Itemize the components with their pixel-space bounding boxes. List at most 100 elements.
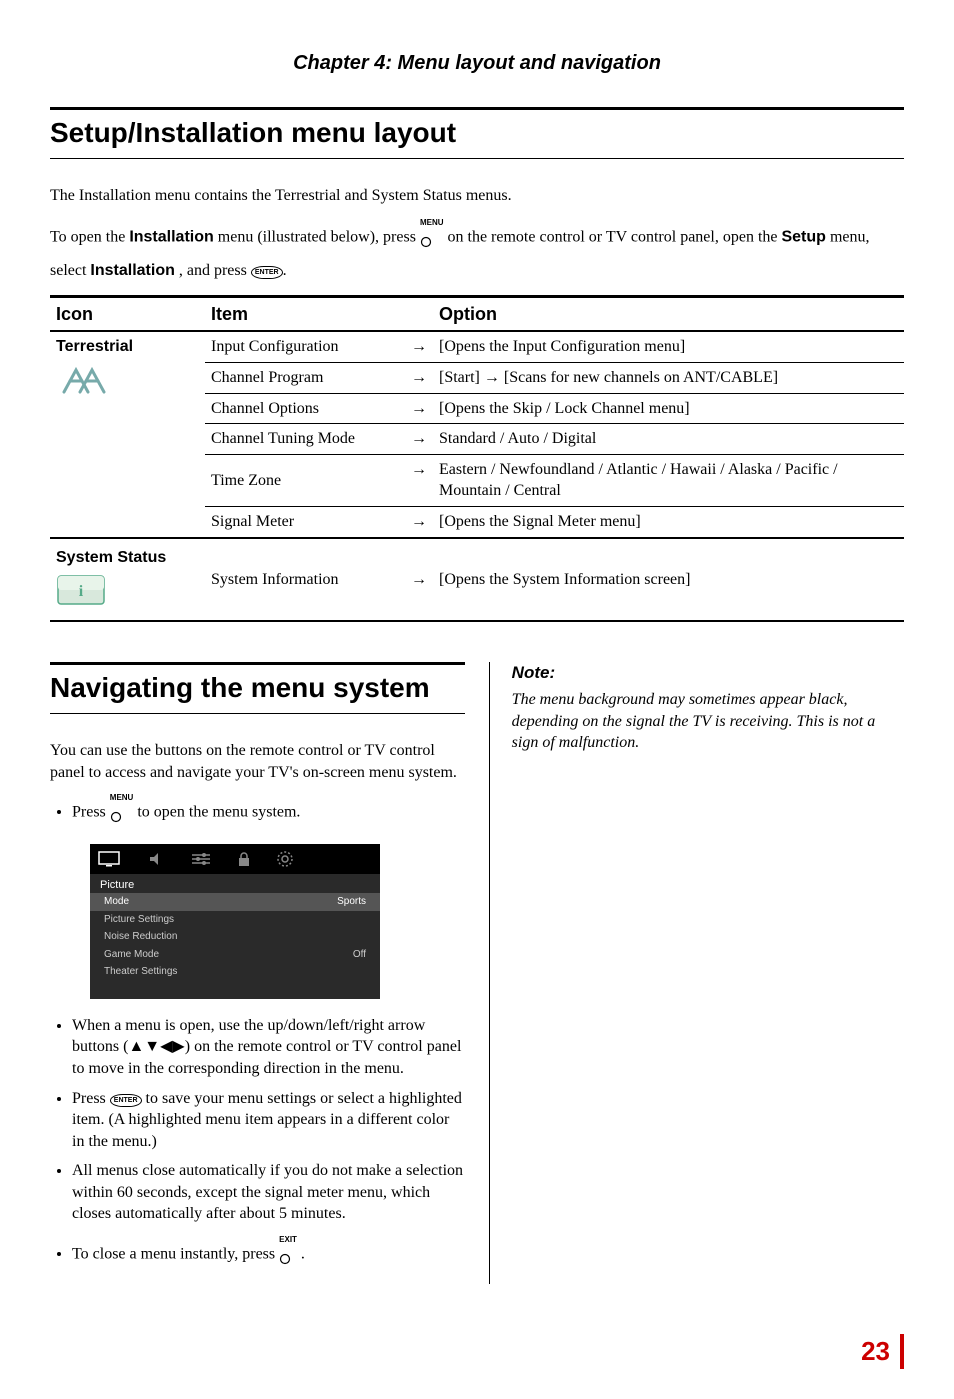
arrow-icon: → [405,393,433,424]
option-cell: Eastern / Newfoundland / Atlantic / Hawa… [433,454,904,506]
osd-row-label: Picture Settings [104,913,174,927]
item-cell: Channel Program [205,363,405,394]
setup-tab-icon [276,850,294,868]
installation-word-2: Installation [90,262,174,279]
text: To close a menu instantly, press [72,1245,279,1262]
item-cell: Time Zone [205,454,405,506]
info-icon: i [56,574,106,606]
note-heading: Note: [512,662,904,685]
th-option: Option [433,297,904,332]
installation-menu-table: Icon Item Option Terrestrial Input Confi… [50,295,904,622]
note-body: The menu background may sometimes appear… [512,689,904,754]
antenna-icon [56,364,116,398]
text: , and press [179,262,251,279]
option-cell: [Opens the Skip / Lock Channel menu] [433,393,904,424]
item-cell: Signal Meter [205,507,405,538]
item-cell: Input Configuration [205,331,405,362]
osd-row: Game Mode Off [90,946,380,964]
text: . [301,1245,305,1262]
arrow-icon: → [405,424,433,455]
installation-word: Installation [129,229,213,246]
th-icon: Icon [50,297,205,332]
intro-para-1: The Installation menu contains the Terre… [50,185,904,207]
divider [50,713,465,714]
th-blank [405,297,433,332]
circle-icon [279,1253,291,1265]
section-navigating-title: Navigating the menu system [50,669,465,707]
arrow-icon: → [405,538,433,622]
list-item: Press ENTER to save your menu settings o… [72,1088,465,1153]
arrow-icon: → [484,369,500,386]
arrow-icon: → [405,507,433,538]
setup-word: Setup [781,229,825,246]
text: Press [72,803,110,820]
osd-row: Mode Sports [90,893,380,911]
terrestrial-label: Terrestrial [56,336,199,358]
text: To open the [50,229,129,246]
arrow-icon: → [405,363,433,394]
text: Press [72,1090,110,1107]
menu-button-icon: MENU [110,791,134,834]
osd-row-label: Theater Settings [104,965,177,979]
circle-icon [420,236,432,248]
nav-intro: You can use the buttons on the remote co… [50,740,465,783]
divider [50,107,904,110]
chapter-title: Chapter 4: Menu layout and navigation [50,50,904,77]
divider [50,158,904,159]
osd-row: Noise Reduction [90,928,380,946]
list-item: To close a menu instantly, press EXIT . [72,1233,465,1276]
bullet-list: When a menu is open, use the up/down/lef… [50,1015,465,1277]
item-cell: Channel Tuning Mode [205,424,405,455]
osd-row-label: Noise Reduction [104,930,177,944]
settings-tab-icon [190,851,212,867]
osd-menu-preview: Picture Mode Sports Picture Settings Noi… [90,844,380,998]
page-number: 23 [50,1334,904,1369]
enter-button-icon: ENTER [110,1094,142,1107]
exit-button-icon: EXIT [279,1233,297,1276]
two-column-layout: Navigating the menu system You can use t… [50,662,904,1284]
picture-tab-icon [98,851,124,867]
menu-label: MENU [110,793,134,804]
list-item: Press MENU to open the menu system. [72,791,465,834]
right-column: Note: The menu background may sometimes … [489,662,904,1284]
enter-button-icon: ENTER [251,266,283,279]
text: menu (illustrated below), press [218,229,420,246]
osd-row-value: Off [353,948,366,962]
bullet-list: Press MENU to open the menu system. [50,791,465,834]
item-cell: System Information [205,538,405,622]
arrow-keys-icon: ▲▼◀▶ [128,1038,184,1055]
text: on the remote control or TV control pane… [448,229,782,246]
osd-row-value: Sports [337,895,366,909]
option-cell: Standard / Auto / Digital [433,424,904,455]
menu-label: MENU [420,218,444,229]
option-cell: [Opens the System Information screen] [433,538,904,622]
item-cell: Channel Options [205,393,405,424]
osd-tabs [90,844,380,874]
osd-section-label: Picture [90,874,380,893]
text: [Start] [439,369,484,386]
svg-text:i: i [79,583,84,600]
circle-icon [110,811,122,823]
sound-tab-icon [148,851,166,867]
left-column: Navigating the menu system You can use t… [50,662,465,1284]
osd-row: Theater Settings [90,963,380,981]
arrow-icon: → [405,454,433,506]
intro-para-2: To open the Installation menu (illustrat… [50,216,904,281]
list-item: When a menu is open, use the up/down/lef… [72,1015,465,1080]
menu-button-icon: MENU [420,216,444,259]
th-item: Item [205,297,405,332]
lock-tab-icon [236,851,252,867]
text: [Scans for new channels on ANT/CABLE] [500,369,778,386]
section-setup-title: Setup/Installation menu layout [50,114,904,152]
option-cell: [Opens the Signal Meter menu] [433,507,904,538]
osd-row: Picture Settings [90,911,380,929]
exit-label: EXIT [279,1235,297,1246]
list-item: All menus close automatically if you do … [72,1160,465,1225]
text: to open the menu system. [137,803,300,820]
divider [50,662,465,665]
osd-row-label: Mode [104,895,129,909]
option-cell: [Start] → [Scans for new channels on ANT… [433,363,904,394]
option-cell: [Opens the Input Configuration menu] [433,331,904,362]
arrow-icon: → [405,331,433,362]
osd-row-label: Game Mode [104,948,159,962]
